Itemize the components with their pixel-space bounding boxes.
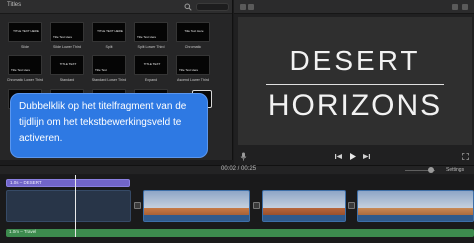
zoom-slider-knob[interactable] xyxy=(428,167,434,173)
title-clip-label: 1.0s – DESERT xyxy=(10,180,42,185)
mic-icon[interactable] xyxy=(240,152,247,161)
title-text-line2: HORIZONS xyxy=(267,89,443,122)
tile-label: Split xyxy=(105,45,113,49)
skip-forward-icon[interactable] xyxy=(362,152,371,161)
tile-thumbnail: Title Text Here xyxy=(134,22,168,42)
music-clip-label: 1.0m – Travel xyxy=(9,229,37,234)
instruction-tooltip: Dubbelklik op het titelfragment van de t… xyxy=(10,93,208,158)
tile-thumbnail: TITLE TEXT xyxy=(50,55,84,75)
crop-icon[interactable] xyxy=(240,4,246,10)
clip-thumbnail-sky xyxy=(263,191,345,209)
clip-audio-strip xyxy=(263,215,345,221)
thumb-text: Title Text Here xyxy=(179,68,199,72)
skip-back-icon[interactable] xyxy=(334,152,343,161)
tile-label: Chromatic Lower Third xyxy=(6,78,44,82)
tile-thumbnail: Title Text Here xyxy=(8,55,42,75)
thumb-text: Title Text xyxy=(95,68,107,72)
video-clip-3[interactable] xyxy=(262,190,346,222)
video-clip-4[interactable] xyxy=(357,190,474,222)
thumb-text: TITLE TEXT xyxy=(143,62,161,66)
tile-thumbnail: Title Text xyxy=(92,55,126,75)
search-icon[interactable] xyxy=(184,3,192,11)
clip-thumbnail-sky xyxy=(144,191,249,209)
tile-label: Ascend Lower Third xyxy=(177,78,209,82)
music-clip[interactable]: 1.0m – Travel xyxy=(6,229,474,237)
tile-thumbnail: Title Text Here xyxy=(176,55,210,75)
settings-button[interactable]: Settings xyxy=(446,167,464,173)
thumb-text: TITLE TEXT HERE xyxy=(13,29,39,33)
clip-audio-strip xyxy=(144,215,249,221)
title-divider xyxy=(266,84,444,85)
tile-thumbnail: Title Text Here xyxy=(50,22,84,42)
thumb-text: TITLE TEXT xyxy=(59,62,77,66)
thumb-text: Title Text Here xyxy=(184,29,204,33)
video-clip-1[interactable] xyxy=(6,190,131,222)
timecode: 00:02 / 00:25 xyxy=(221,166,257,172)
clip-thumbnail-sky xyxy=(358,191,473,209)
tile-thumbnail: TITLE TEXT HERE xyxy=(8,22,42,42)
tile-label: Slide Lower Third xyxy=(53,45,81,49)
transition-icon[interactable] xyxy=(348,202,355,209)
video-preview[interactable]: DESERT HORIZONS xyxy=(238,17,472,145)
tile-label: Expand xyxy=(144,78,158,82)
playhead[interactable] xyxy=(75,175,76,237)
viewer: DESERT HORIZONS xyxy=(234,0,474,174)
info-icon[interactable] xyxy=(462,4,468,10)
title-text-line1: DESERT xyxy=(289,45,421,76)
viewer-toolbar xyxy=(234,0,474,14)
tile-thumbnail: Title Text Here xyxy=(176,22,210,42)
tile-label: Chromatic xyxy=(184,45,202,49)
tile-label: Split Lower Third xyxy=(137,45,165,49)
search-input[interactable] xyxy=(196,3,229,11)
tile-label: Slide xyxy=(21,45,29,49)
video-clip-2[interactable] xyxy=(143,190,250,222)
fullscreen-icon[interactable] xyxy=(462,153,469,160)
tile-thumbnail: TITLE TEXT HERE xyxy=(92,22,126,42)
color-icon[interactable] xyxy=(248,4,254,10)
transition-icon[interactable] xyxy=(134,202,141,209)
browser-title: Titles xyxy=(7,2,22,8)
reset-icon[interactable] xyxy=(452,4,458,10)
thumb-text: Title Text Here xyxy=(137,35,157,39)
play-icon[interactable] xyxy=(348,152,357,161)
thumb-text: TITLE TEXT HERE xyxy=(97,29,123,33)
tile-label: Standard Lower Third xyxy=(91,78,127,82)
tile-label: Standard xyxy=(59,78,75,82)
tile-thumbnail: TITLE TEXT xyxy=(134,55,168,75)
thumb-text: Title Text Here xyxy=(11,68,31,72)
tooltip-text: Dubbelklik op het titelfragment van de t… xyxy=(19,101,187,144)
clip-audio-strip xyxy=(358,215,473,221)
browser-header: Titles xyxy=(0,0,232,14)
transition-icon[interactable] xyxy=(253,202,260,209)
title-clip[interactable]: 1.0s – DESERT xyxy=(6,179,130,187)
thumb-text: Title Text Here xyxy=(53,35,73,39)
